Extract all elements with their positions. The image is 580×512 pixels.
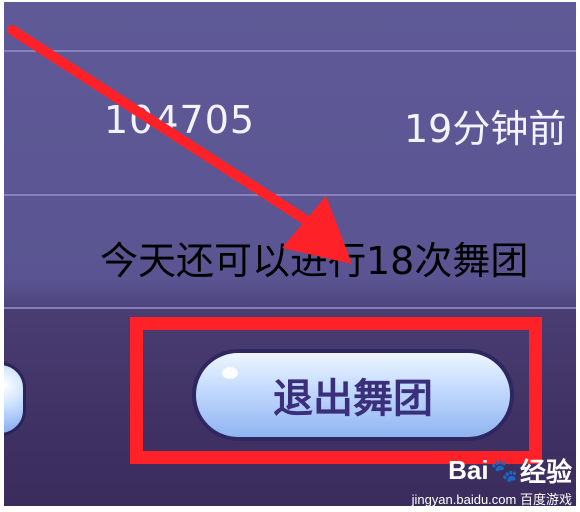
watermark-url: jingyan.baidu.com <box>411 492 517 507</box>
watermark-brand: Bai <box>448 455 489 485</box>
baidu-paw-icon: 🐾 <box>490 457 518 483</box>
watermark-sub: 百度游戏 <box>519 492 572 507</box>
baidu-jingyan-watermark: Bai 🐾 经验 jingyan.baidu.com 百度游戏 <box>412 452 572 508</box>
watermark-brand-suffix: 经验 <box>519 457 572 487</box>
pointer-arrow-icon <box>7 25 352 264</box>
